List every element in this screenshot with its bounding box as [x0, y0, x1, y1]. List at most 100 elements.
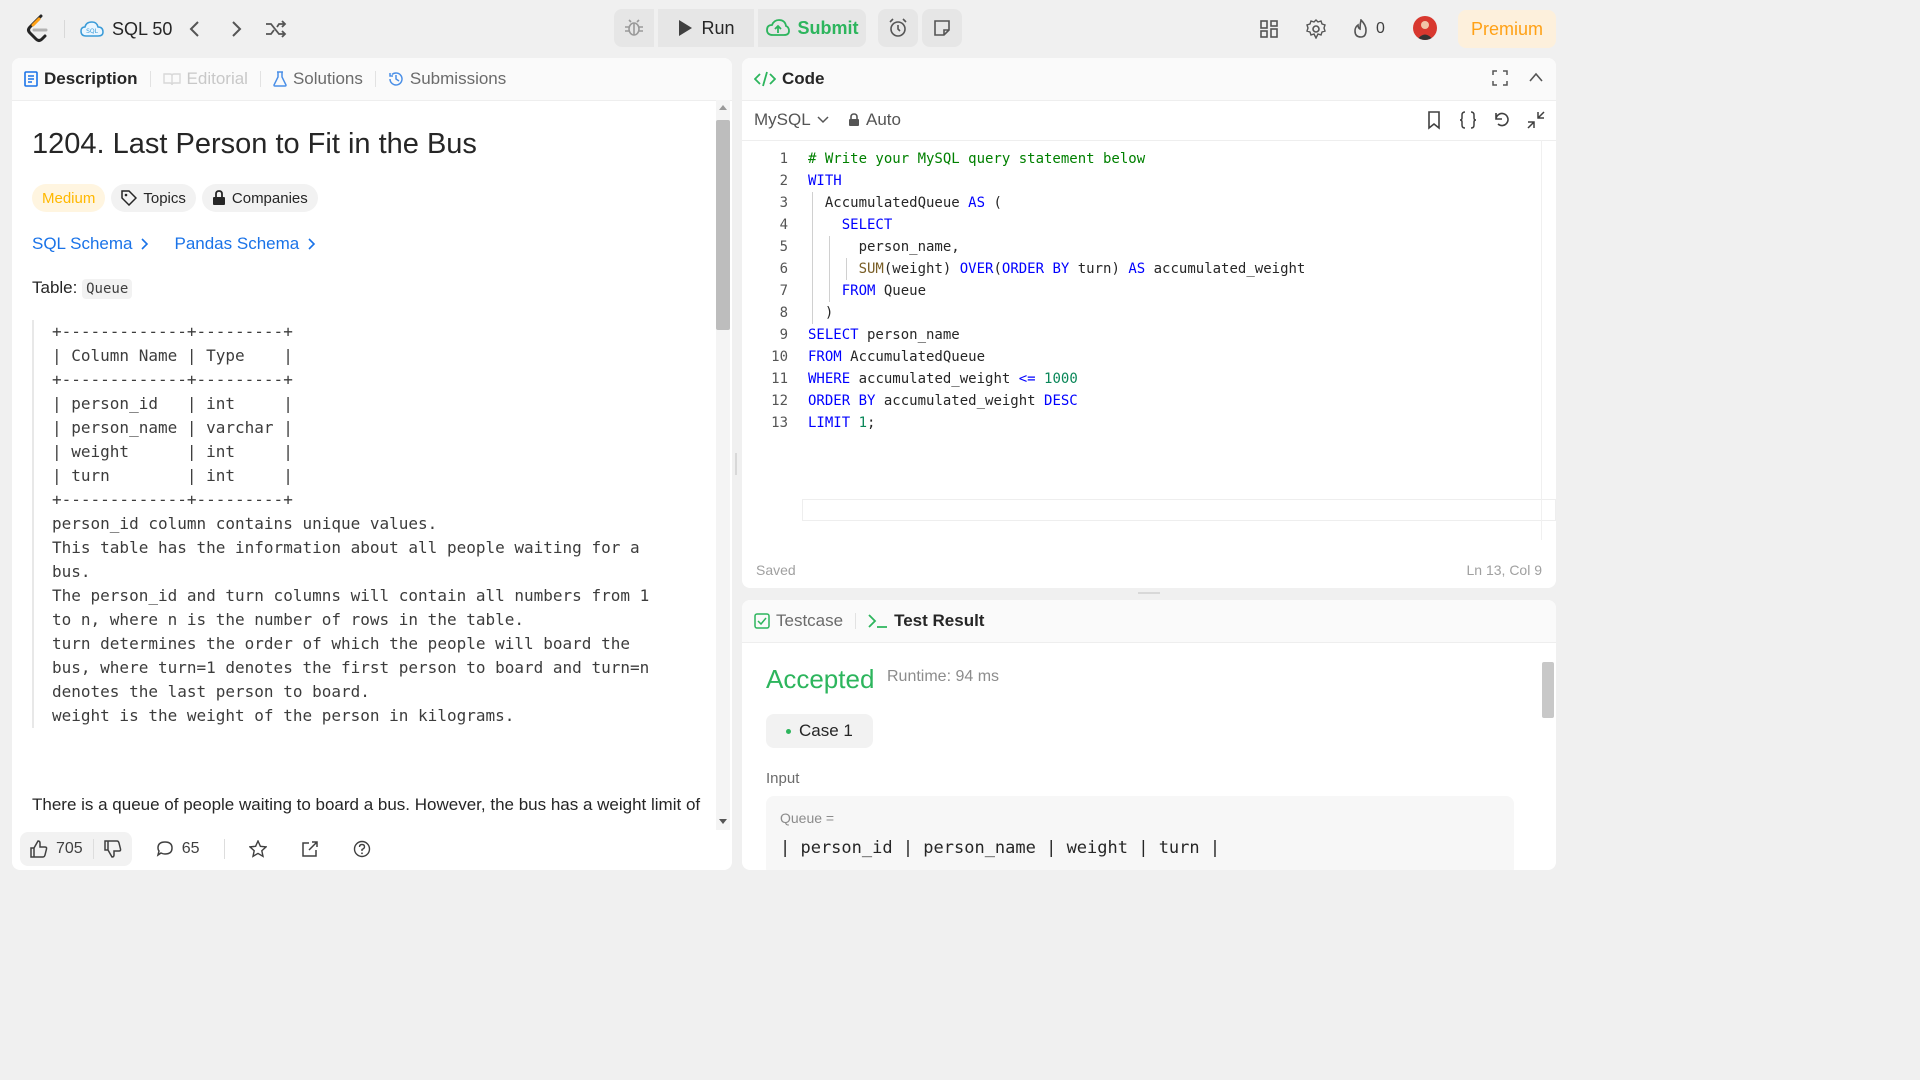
like-count: 705	[56, 840, 83, 857]
companies-label: Companies	[231, 189, 308, 207]
premium-button[interactable]: Premium	[1458, 10, 1556, 48]
line-number: 6	[779, 261, 788, 277]
line-number: 12	[771, 393, 788, 409]
sql-schema-link[interactable]: SQL Schema	[32, 234, 150, 254]
shuffle-icon	[266, 20, 287, 38]
code-line: 4 SELECT	[742, 214, 1542, 236]
scrollbar-thumb[interactable]	[716, 120, 730, 330]
companies-button[interactable]: Companies	[201, 184, 318, 212]
topics-button[interactable]: Topics	[111, 184, 196, 212]
tab-editorial[interactable]: Editorial	[151, 58, 260, 100]
question-circle-icon	[353, 840, 370, 858]
tab-submissions[interactable]: Submissions	[376, 58, 518, 100]
bookmark-button[interactable]	[1424, 110, 1444, 130]
settings-button[interactable]	[1303, 14, 1329, 44]
test-panel: Testcase Test Result Accepted Runtime: 9…	[742, 600, 1556, 870]
scroll-up-icon[interactable]	[719, 105, 727, 110]
comments-button[interactable]: 65	[146, 832, 210, 866]
tab-test-result[interactable]: Test Result	[856, 600, 996, 642]
vertical-resize-handle[interactable]	[735, 453, 737, 475]
test-tabbar: Testcase Test Result	[742, 600, 1556, 643]
input-box: Queue = | person_id | person_name | weig…	[766, 796, 1514, 870]
submit-label: Submit	[797, 17, 859, 38]
difficulty-badge: Medium	[32, 184, 106, 212]
schema-text: +-------------+---------+ | Column Name …	[52, 322, 650, 725]
streak-count: 0	[1376, 20, 1385, 37]
autocomplete-toggle[interactable]: Auto	[848, 110, 901, 130]
format-button[interactable]	[1458, 110, 1478, 130]
layout-button[interactable]	[1256, 14, 1282, 44]
tab-label: Description	[44, 69, 138, 88]
maximize-button[interactable]	[1492, 70, 1508, 86]
tab-description[interactable]: Description	[12, 58, 150, 100]
horizontal-resize-handle[interactable]	[1138, 592, 1160, 594]
dislike-button[interactable]	[94, 832, 132, 866]
table-name: Queue	[82, 279, 133, 299]
code-line: 2 WITH	[742, 170, 1542, 192]
timer-button[interactable]	[878, 9, 918, 47]
description-scrollbar[interactable]	[716, 100, 730, 830]
streak-counter[interactable]: 0	[1352, 14, 1385, 44]
case-tab[interactable]: Case 1	[766, 714, 873, 748]
code-editor[interactable]: 1 # Write your MySQL query statement belo…	[742, 148, 1556, 538]
scrollbar-thumb[interactable]	[1542, 662, 1554, 718]
code-title: Code	[782, 69, 825, 88]
divider	[223, 839, 225, 859]
scroll-down-icon[interactable]	[719, 819, 727, 824]
shrink-button[interactable]	[1526, 110, 1546, 130]
input-name: Queue =	[780, 810, 835, 826]
problem-list-label: SQL 50	[112, 18, 173, 39]
next-problem-button[interactable]	[222, 15, 250, 43]
schema-links: SQL Schema Pandas Schema	[32, 234, 317, 254]
debug-button[interactable]	[614, 9, 654, 47]
code-brackets-icon	[754, 71, 776, 87]
alarm-clock-icon	[889, 18, 907, 37]
submit-button[interactable]: Submit	[758, 9, 866, 47]
help-button[interactable]	[343, 832, 381, 866]
share-button[interactable]	[291, 832, 329, 866]
problem-tags: Medium Topics Companies	[32, 184, 318, 212]
favorite-button[interactable]	[239, 832, 277, 866]
tab-code[interactable]: Code	[742, 58, 837, 100]
chevron-down-icon	[817, 116, 829, 124]
tab-label: Testcase	[776, 611, 844, 630]
flask-icon	[273, 71, 287, 87]
tab-label: Test Result	[894, 611, 985, 630]
lock-icon	[849, 113, 859, 126]
thumbs-up-icon	[30, 840, 48, 858]
run-button[interactable]: Run	[658, 9, 754, 47]
problem-description: There is a queue of people waiting to bo…	[32, 795, 701, 814]
line-number: 4	[779, 217, 788, 233]
language-select[interactable]: MySQL	[754, 110, 829, 130]
tab-solutions[interactable]: Solutions	[261, 58, 375, 100]
prev-problem-button[interactable]	[181, 15, 209, 43]
notes-button[interactable]	[922, 9, 962, 47]
save-status: Saved	[756, 562, 796, 578]
problem-title: 1204. Last Person to Fit in the Bus	[32, 128, 477, 160]
code-line: 5 person_name,	[742, 236, 1542, 258]
line-number: 3	[779, 195, 788, 211]
avatar[interactable]	[1413, 16, 1437, 40]
editor-scrollbar[interactable]	[1541, 140, 1556, 540]
layout-grid-icon	[1260, 20, 1278, 38]
test-scrollbar[interactable]	[1542, 642, 1556, 870]
current-line-highlight	[802, 499, 1556, 521]
chevron-left-icon	[189, 21, 199, 37]
problem-list-title[interactable]: SQL SQL 50	[80, 14, 172, 44]
pass-dot-icon	[786, 728, 791, 734]
tab-testcase[interactable]: Testcase	[742, 600, 855, 642]
pandas-schema-link[interactable]: Pandas Schema	[174, 234, 317, 254]
line-number: 5	[779, 239, 788, 255]
like-button[interactable]: 705	[20, 832, 93, 866]
random-problem-button[interactable]	[262, 15, 290, 43]
line-number: 13	[771, 415, 788, 431]
share-external-icon	[301, 841, 318, 857]
collapse-button[interactable]	[1528, 71, 1544, 83]
bookmark-icon	[1428, 111, 1440, 130]
vote-group: 705	[20, 832, 132, 866]
leetcode-logo-icon[interactable]	[24, 14, 52, 44]
description-content[interactable]: 1204. Last Person to Fit in the Bus Medi…	[12, 100, 716, 830]
reset-button[interactable]	[1492, 110, 1512, 130]
code-line: 7 FROM Queue	[742, 280, 1542, 302]
description-footer: 705 65	[12, 828, 732, 870]
